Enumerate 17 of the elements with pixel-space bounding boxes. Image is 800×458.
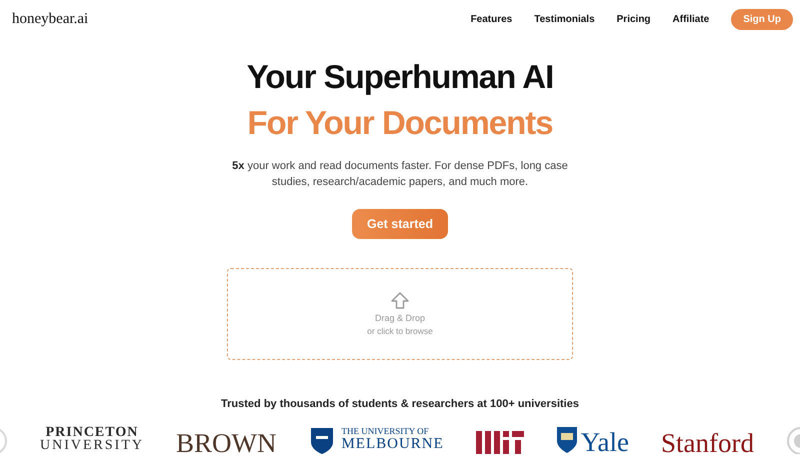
- hero-subtitle: For Your Documents: [247, 104, 553, 142]
- hero-title: Your Superhuman AI: [246, 58, 554, 96]
- nav-link[interactable]: Affiliate: [672, 14, 710, 24]
- hero-description: 5x your work and read documents faster. For dense PDFs, long case studies, research/academic papers, and much more.: [231, 159, 569, 190]
- university-logo: Stanford: [661, 429, 754, 454]
- university-logo: PRINCETON UNIVERSITY: [40, 426, 144, 452]
- dropzone-title: Drag & Drop: [374, 313, 426, 323]
- upload-arrow-icon: [391, 292, 409, 309]
- nav-link[interactable]: Testimonials: [534, 14, 595, 24]
- university-logo: THE UNIVERSITY OF MELBOURNE: [308, 426, 444, 454]
- university-logo: Yale: [556, 426, 630, 454]
- trusted-caption: Trusted by thousands of students & researchers at 100+ universities: [221, 398, 579, 410]
- nav-link[interactable]: Features: [470, 14, 512, 24]
- site-logo[interactable]: honeybear.ai: [12, 10, 88, 28]
- university-logo: BROWN: [176, 429, 276, 454]
- nav-link[interactable]: Pricing: [616, 14, 651, 24]
- dropzone-hint: or click to browse: [367, 326, 433, 336]
